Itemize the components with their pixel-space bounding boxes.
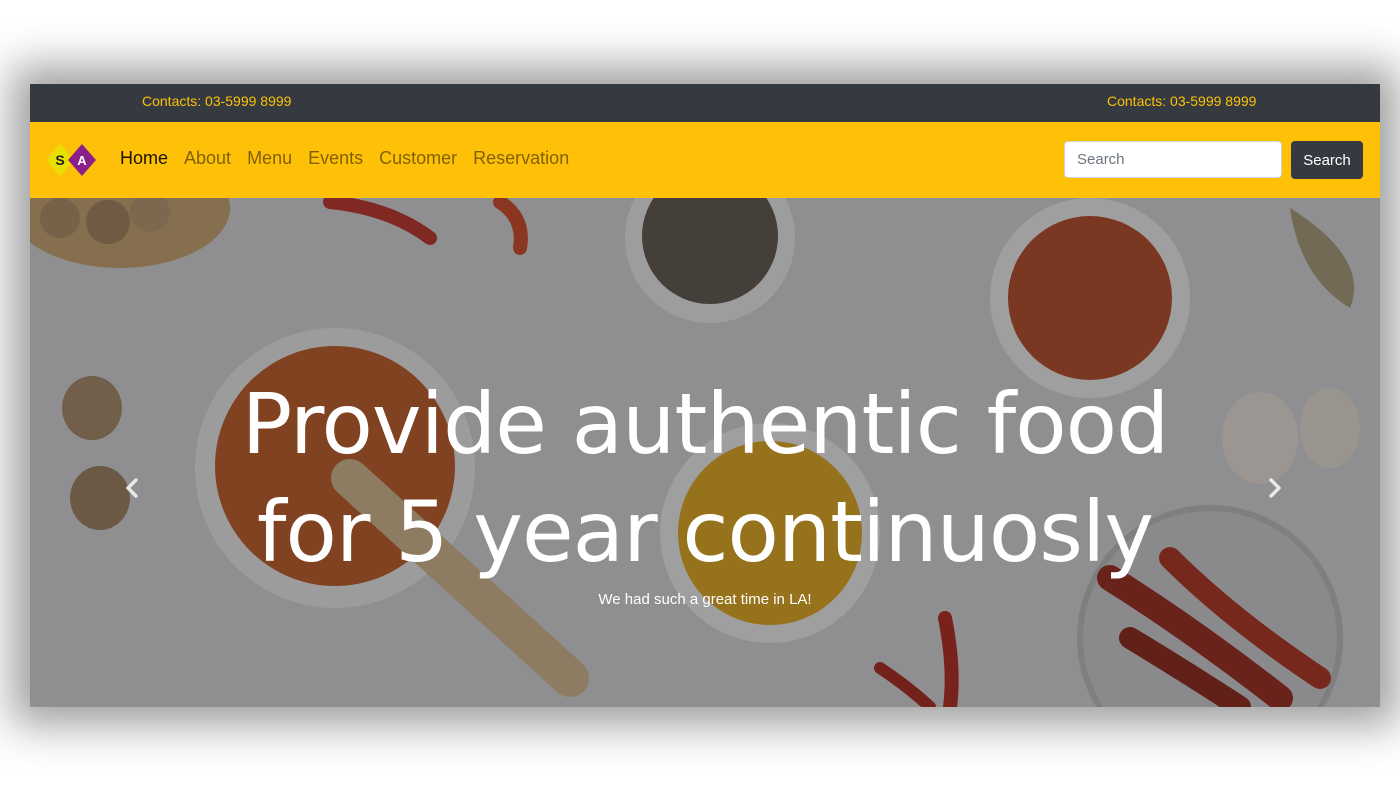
- carousel-prev-button[interactable]: [110, 468, 150, 508]
- nav-item-customer[interactable]: Customer: [379, 148, 457, 169]
- contact-right: Contacts: 03-5999 8999: [1107, 93, 1257, 109]
- navbar: S A Home About Menu Events Customer Rese…: [30, 122, 1380, 198]
- search-button[interactable]: Search: [1291, 141, 1363, 179]
- chevron-right-icon: [1269, 478, 1281, 498]
- contact-left: Contacts: 03-5999 8999: [142, 93, 292, 109]
- contact-bar: Contacts: 03-5999 8999 Contacts: 03-5999…: [30, 84, 1380, 122]
- carousel-next-button[interactable]: [1257, 468, 1297, 508]
- search-input[interactable]: [1064, 141, 1282, 178]
- nav-item-menu[interactable]: Menu: [247, 148, 292, 169]
- hero-title: Provide authentic food for 5 year contin…: [205, 370, 1205, 586]
- hero-carousel: Provide authentic food for 5 year contin…: [30, 198, 1380, 707]
- logo-letter-s: S: [55, 152, 64, 168]
- brand-logo-icon[interactable]: S A: [46, 142, 98, 178]
- nav-item-about[interactable]: About: [184, 148, 231, 169]
- page-frame: Contacts: 03-5999 8999 Contacts: 03-5999…: [30, 84, 1380, 707]
- hero-title-line-1: Provide authentic food: [241, 375, 1170, 473]
- nav-item-home[interactable]: Home: [120, 148, 168, 169]
- chevron-left-icon: [126, 478, 138, 498]
- logo-letter-a: A: [77, 153, 87, 168]
- nav-item-reservation[interactable]: Reservation: [473, 148, 569, 169]
- nav-links: Home About Menu Events Customer Reservat…: [120, 148, 585, 169]
- hero-title-line-2: for 5 year continuosly: [256, 483, 1154, 581]
- nav-item-events[interactable]: Events: [308, 148, 363, 169]
- hero-caption: We had such a great time in LA!: [598, 591, 812, 608]
